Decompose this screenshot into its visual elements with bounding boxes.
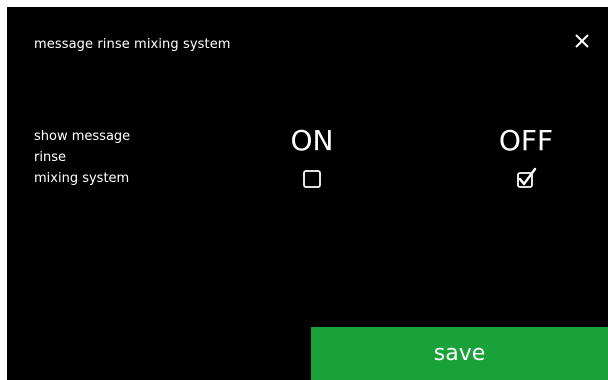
- setting-label-line: show message: [34, 129, 131, 144]
- save-button[interactable]: save: [311, 327, 608, 380]
- page-title: message rinse mixing system: [34, 37, 231, 52]
- option-off: OFF: [481, 125, 571, 191]
- option-off-label: OFF: [498, 124, 554, 157]
- checkbox-on[interactable]: [300, 167, 324, 191]
- setting-label: show message rinse mixing system: [34, 126, 130, 189]
- close-icon: [575, 34, 589, 48]
- setting-label-line: mixing system: [34, 171, 130, 186]
- option-on: ON: [267, 125, 357, 191]
- setting-label-line: rinse: [34, 150, 66, 165]
- close-button[interactable]: [568, 27, 596, 55]
- option-on-label: ON: [290, 124, 334, 157]
- checkbox-off-checked[interactable]: [514, 167, 538, 191]
- screen: message rinse mixing system show message…: [7, 7, 608, 380]
